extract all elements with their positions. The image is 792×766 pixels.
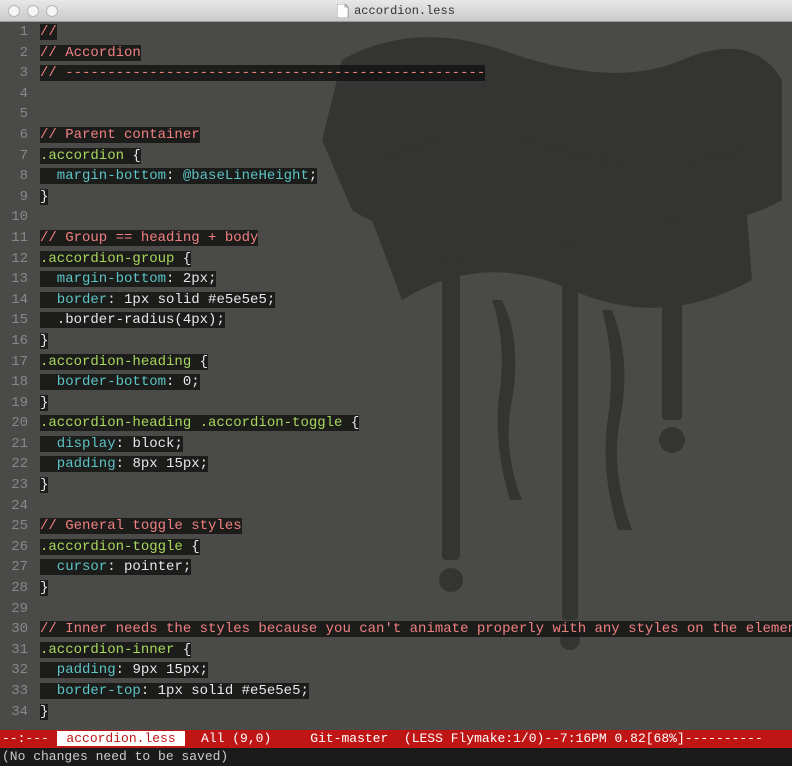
line-number: 7 (0, 146, 28, 167)
close-button[interactable] (8, 5, 20, 17)
code-line[interactable]: } (40, 702, 792, 723)
code-line[interactable]: // Parent container (40, 125, 792, 146)
line-number: 24 (0, 496, 28, 517)
line-number: 29 (0, 599, 28, 620)
code-line[interactable]: cursor: pointer; (40, 557, 792, 578)
line-number: 6 (0, 125, 28, 146)
code-line[interactable]: // Group == heading + body (40, 228, 792, 249)
code-line[interactable]: padding: 8px 15px; (40, 454, 792, 475)
code-line[interactable]: .accordion-heading .accordion-toggle { (40, 413, 792, 434)
line-number: 34 (0, 702, 28, 723)
modeline: --:--- accordion.less All (9,0) Git-mast… (0, 730, 792, 748)
line-number: 5 (0, 104, 28, 125)
window-titlebar: accordion.less (0, 0, 792, 22)
code-line[interactable]: } (40, 475, 792, 496)
code-line[interactable]: border-bottom: 0; (40, 372, 792, 393)
zoom-button[interactable] (46, 5, 58, 17)
line-number: 21 (0, 434, 28, 455)
line-number: 15 (0, 310, 28, 331)
line-number: 3 (0, 63, 28, 84)
code-line[interactable]: } (40, 187, 792, 208)
line-number: 16 (0, 331, 28, 352)
line-number: 27 (0, 557, 28, 578)
line-number: 20 (0, 413, 28, 434)
line-number: 19 (0, 393, 28, 414)
line-number: 17 (0, 352, 28, 373)
code-line[interactable]: } (40, 578, 792, 599)
code-line[interactable]: .accordion-heading { (40, 352, 792, 373)
line-number: 22 (0, 454, 28, 475)
code-line[interactable]: .accordion { (40, 146, 792, 167)
line-number: 10 (0, 207, 28, 228)
line-number: 14 (0, 290, 28, 311)
line-number: 28 (0, 578, 28, 599)
code-line[interactable]: border-top: 1px solid #e5e5e5; (40, 681, 792, 702)
code-line[interactable]: .accordion-inner { (40, 640, 792, 661)
line-number: 30 (0, 619, 28, 640)
line-number: 33 (0, 681, 28, 702)
line-number: 1 (0, 22, 28, 43)
code-line[interactable]: // -------------------------------------… (40, 63, 792, 84)
code-line[interactable] (40, 104, 792, 125)
line-number: 31 (0, 640, 28, 661)
line-number: 2 (0, 43, 28, 64)
code-line[interactable]: // Accordion (40, 43, 792, 64)
code-line[interactable]: padding: 9px 15px; (40, 660, 792, 681)
code-line[interactable] (40, 496, 792, 517)
line-number-gutter: 1234567891011121314151617181920212223242… (0, 22, 34, 722)
line-number: 26 (0, 537, 28, 558)
line-number: 32 (0, 660, 28, 681)
code-line[interactable]: margin-bottom: 2px; (40, 269, 792, 290)
code-line[interactable]: // (40, 22, 792, 43)
line-number: 11 (0, 228, 28, 249)
window-title-text: accordion.less (354, 4, 455, 18)
code-line[interactable]: .accordion-toggle { (40, 537, 792, 558)
line-number: 13 (0, 269, 28, 290)
line-number: 23 (0, 475, 28, 496)
code-line[interactable]: margin-bottom: @baseLineHeight; (40, 166, 792, 187)
window-title: accordion.less (337, 4, 455, 18)
line-number: 18 (0, 372, 28, 393)
code-line[interactable] (40, 84, 792, 105)
code-line[interactable] (40, 599, 792, 620)
code-line[interactable]: } (40, 393, 792, 414)
code-line[interactable]: // General toggle styles (40, 516, 792, 537)
minibuffer: (No changes need to be saved) (0, 748, 792, 766)
code-line[interactable]: } (40, 331, 792, 352)
line-number: 9 (0, 187, 28, 208)
document-icon (337, 4, 349, 18)
code-line[interactable]: .accordion-group { (40, 249, 792, 270)
editor-area[interactable]: 1234567891011121314151617181920212223242… (0, 22, 792, 730)
code-content[interactable]: //// Accordion// -----------------------… (40, 22, 792, 722)
code-line[interactable] (40, 207, 792, 228)
traffic-lights (8, 5, 58, 17)
code-line[interactable]: display: block; (40, 434, 792, 455)
line-number: 12 (0, 249, 28, 270)
line-number: 25 (0, 516, 28, 537)
code-line[interactable]: // Inner needs the styles because you ca… (40, 619, 792, 640)
line-number: 4 (0, 84, 28, 105)
minimize-button[interactable] (27, 5, 39, 17)
code-line[interactable]: .border-radius(4px); (40, 310, 792, 331)
modeline-filename: accordion.less (57, 731, 186, 746)
code-line[interactable]: border: 1px solid #e5e5e5; (40, 290, 792, 311)
line-number: 8 (0, 166, 28, 187)
